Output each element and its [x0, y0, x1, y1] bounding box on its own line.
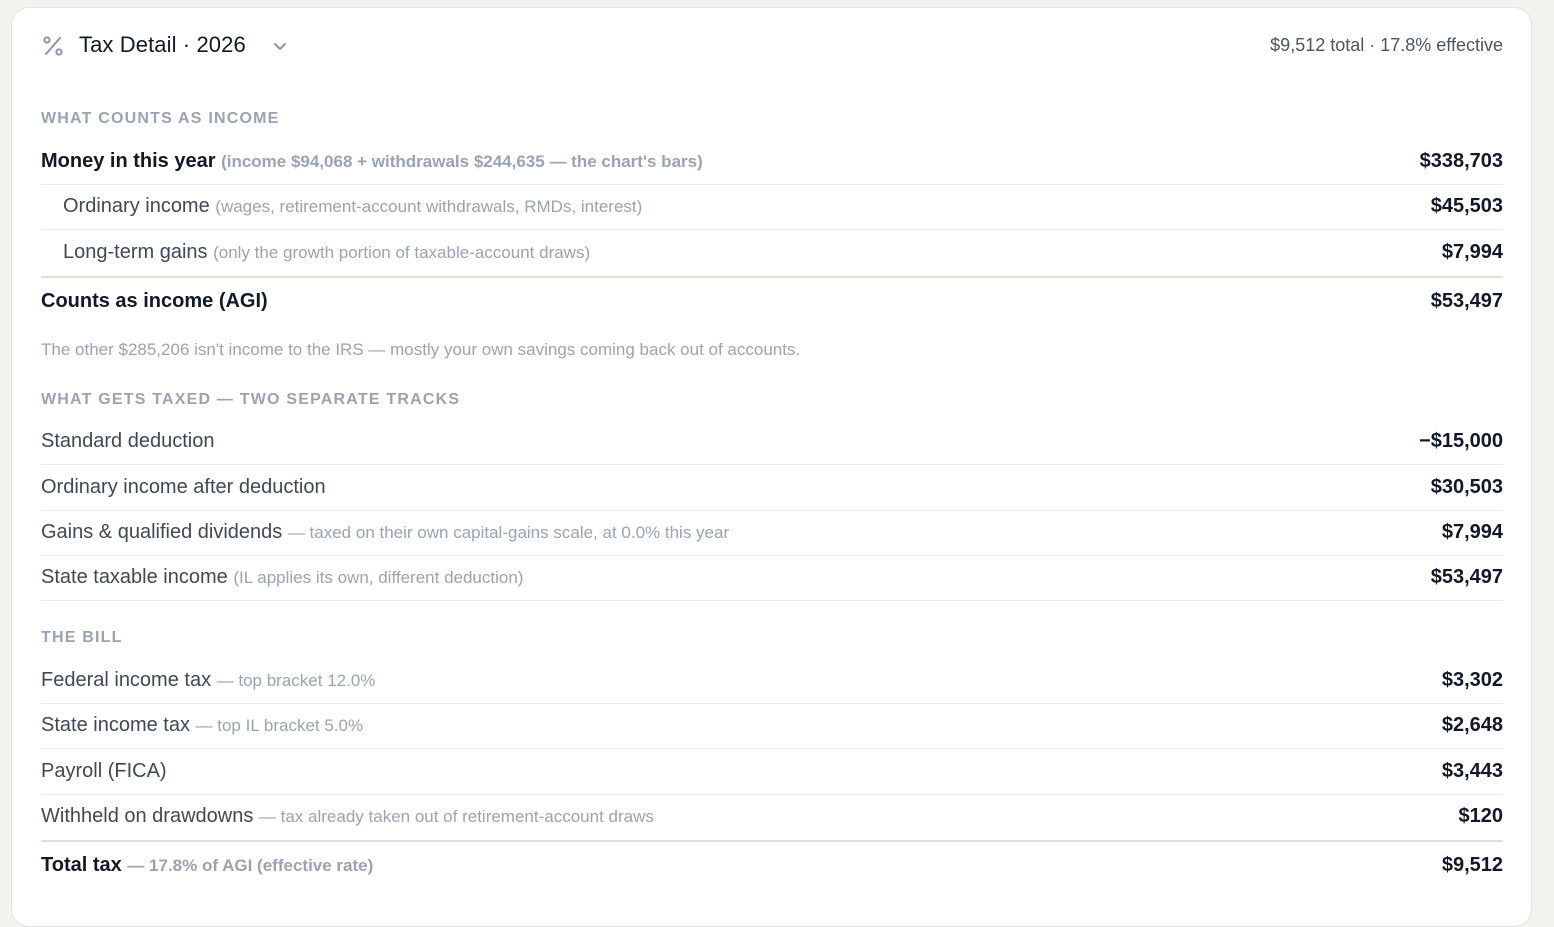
- subtotal-divider: [41, 276, 1503, 278]
- taxed-row-state-taxable: State taxable income (IL applies its own…: [41, 555, 1503, 601]
- tax-detail-card: Tax Detail · 2026 $9,512 total · 17.8% e…: [11, 7, 1532, 927]
- row-value: $338,703: [1419, 150, 1503, 172]
- row-value: $9,512: [1441, 854, 1503, 876]
- row-note: — taxed on their own capital-gains scale…: [287, 523, 730, 542]
- row-value: $53,497: [1430, 290, 1503, 312]
- row-label: Long-term gains: [63, 241, 208, 263]
- income-row-long-term-gains: Long-term gains (only the growth portion…: [41, 230, 1503, 275]
- bill-row-federal: Federal income tax — top bracket 12.0% $…: [41, 658, 1503, 704]
- section-label-income: WHAT COUNTS AS INCOME: [41, 110, 280, 127]
- total-divider: [41, 840, 1503, 842]
- tax-summary: $9,512 total · 17.8% effective: [1270, 35, 1503, 55]
- income-row-ordinary: Ordinary income (wages, retirement-accou…: [41, 184, 1503, 230]
- row-value: −$15,000: [1419, 430, 1503, 452]
- bill-row-total: Total tax — 17.8% of AGI (effective rate…: [41, 843, 1503, 888]
- row-label: Payroll (FICA): [41, 760, 167, 782]
- row-note: (only the growth portion of taxable-acco…: [213, 243, 591, 262]
- row-note: — top IL bracket 5.0%: [195, 716, 364, 735]
- taxed-row-standard-deduction: Standard deduction −$15,000: [41, 419, 1503, 465]
- row-note: — 17.8% of AGI (effective rate): [127, 856, 374, 875]
- taxed-row-ordinary-after-deduction: Ordinary income after deduction $30,503: [41, 465, 1503, 511]
- row-label: State income tax: [41, 714, 190, 736]
- bill-row-withheld: Withheld on drawdowns — tax already take…: [41, 794, 1503, 839]
- income-row-money-in: Money in this year (income $94,068 + wit…: [41, 139, 1503, 185]
- row-label: Money in this year: [41, 150, 216, 172]
- row-label: Ordinary income after deduction: [41, 476, 326, 498]
- taxed-row-gains: Gains & qualified dividends — taxed on t…: [41, 510, 1503, 556]
- row-note: (wages, retirement-account withdrawals, …: [215, 197, 643, 216]
- row-note: — tax already taken out of retirement-ac…: [258, 807, 654, 826]
- row-label: State taxable income: [41, 566, 228, 588]
- row-label: Standard deduction: [41, 430, 215, 452]
- row-label: Withheld on drawdowns: [41, 805, 254, 827]
- bill-row-state: State income tax — top IL bracket 5.0% $…: [41, 703, 1503, 749]
- row-label: Counts as income (AGI): [41, 290, 268, 312]
- row-label: Federal income tax: [41, 669, 212, 691]
- card-title: Tax Detail · 2026: [79, 32, 246, 57]
- section-label-bill: THE BILL: [41, 629, 123, 646]
- percent-icon: [43, 36, 63, 56]
- row-value: $45,503: [1430, 195, 1503, 217]
- row-label: Gains & qualified dividends: [41, 521, 283, 543]
- section-label-taxed: WHAT GETS TAXED — TWO SEPARATE TRACKS: [41, 391, 461, 408]
- bill-row-payroll: Payroll (FICA) $3,443: [41, 749, 1503, 795]
- row-value: $53,497: [1430, 566, 1503, 588]
- row-value: $30,503: [1430, 476, 1503, 498]
- income-row-agi: Counts as income (AGI) $53,497: [41, 279, 1503, 324]
- row-label: Total tax: [41, 854, 122, 876]
- row-value: $3,443: [1441, 760, 1503, 782]
- row-note: (IL applies its own, different deduction…: [233, 568, 524, 587]
- row-value: $120: [1458, 805, 1504, 827]
- row-value: $7,994: [1441, 241, 1503, 263]
- income-footnote: The other $285,206 isn't income to the I…: [41, 340, 801, 359]
- row-note: (income $94,068 + withdrawals $244,635 —…: [221, 152, 703, 171]
- row-value: $2,648: [1441, 714, 1503, 736]
- chevron-down-icon[interactable]: [272, 39, 288, 55]
- row-note: — top bracket 12.0%: [216, 671, 376, 690]
- card-header: Tax Detail · 2026 $9,512 total · 17.8% e…: [12, 8, 1531, 88]
- row-value: $7,994: [1441, 521, 1503, 543]
- row-value: $3,302: [1441, 669, 1503, 691]
- row-label: Ordinary income: [63, 195, 210, 217]
